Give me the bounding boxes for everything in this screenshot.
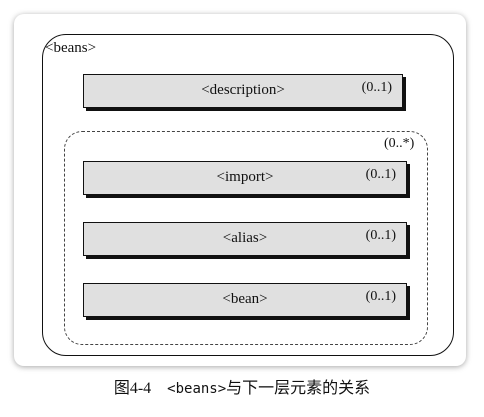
bean-label: <bean> bbox=[222, 291, 268, 307]
alias-label: <alias> bbox=[222, 230, 268, 246]
bean-element-box: <bean> (0..1) bbox=[83, 283, 407, 317]
caption-code: <beans> bbox=[167, 381, 227, 397]
beans-root-label: <beans> bbox=[45, 40, 97, 56]
group-multiplicity: (0..*) bbox=[384, 136, 415, 151]
caption-figure-number: 图4-4 bbox=[113, 380, 152, 397]
description-label: <description> bbox=[201, 82, 285, 98]
alias-multiplicity: (0..1) bbox=[365, 228, 396, 243]
alias-element-box: <alias> (0..1) bbox=[83, 222, 407, 256]
import-element-box: <import> (0..1) bbox=[83, 161, 407, 195]
import-multiplicity: (0..1) bbox=[365, 167, 396, 182]
import-label: <import> bbox=[216, 169, 274, 185]
description-element-box: <description> (0..1) bbox=[83, 74, 403, 108]
bean-multiplicity: (0..1) bbox=[365, 289, 396, 304]
caption-text: 与下一层元素的关系 bbox=[226, 380, 371, 397]
figure-caption: 图4-4 <beans>与下一层元素的关系 bbox=[0, 374, 484, 398]
description-multiplicity: (0..1) bbox=[361, 80, 392, 95]
